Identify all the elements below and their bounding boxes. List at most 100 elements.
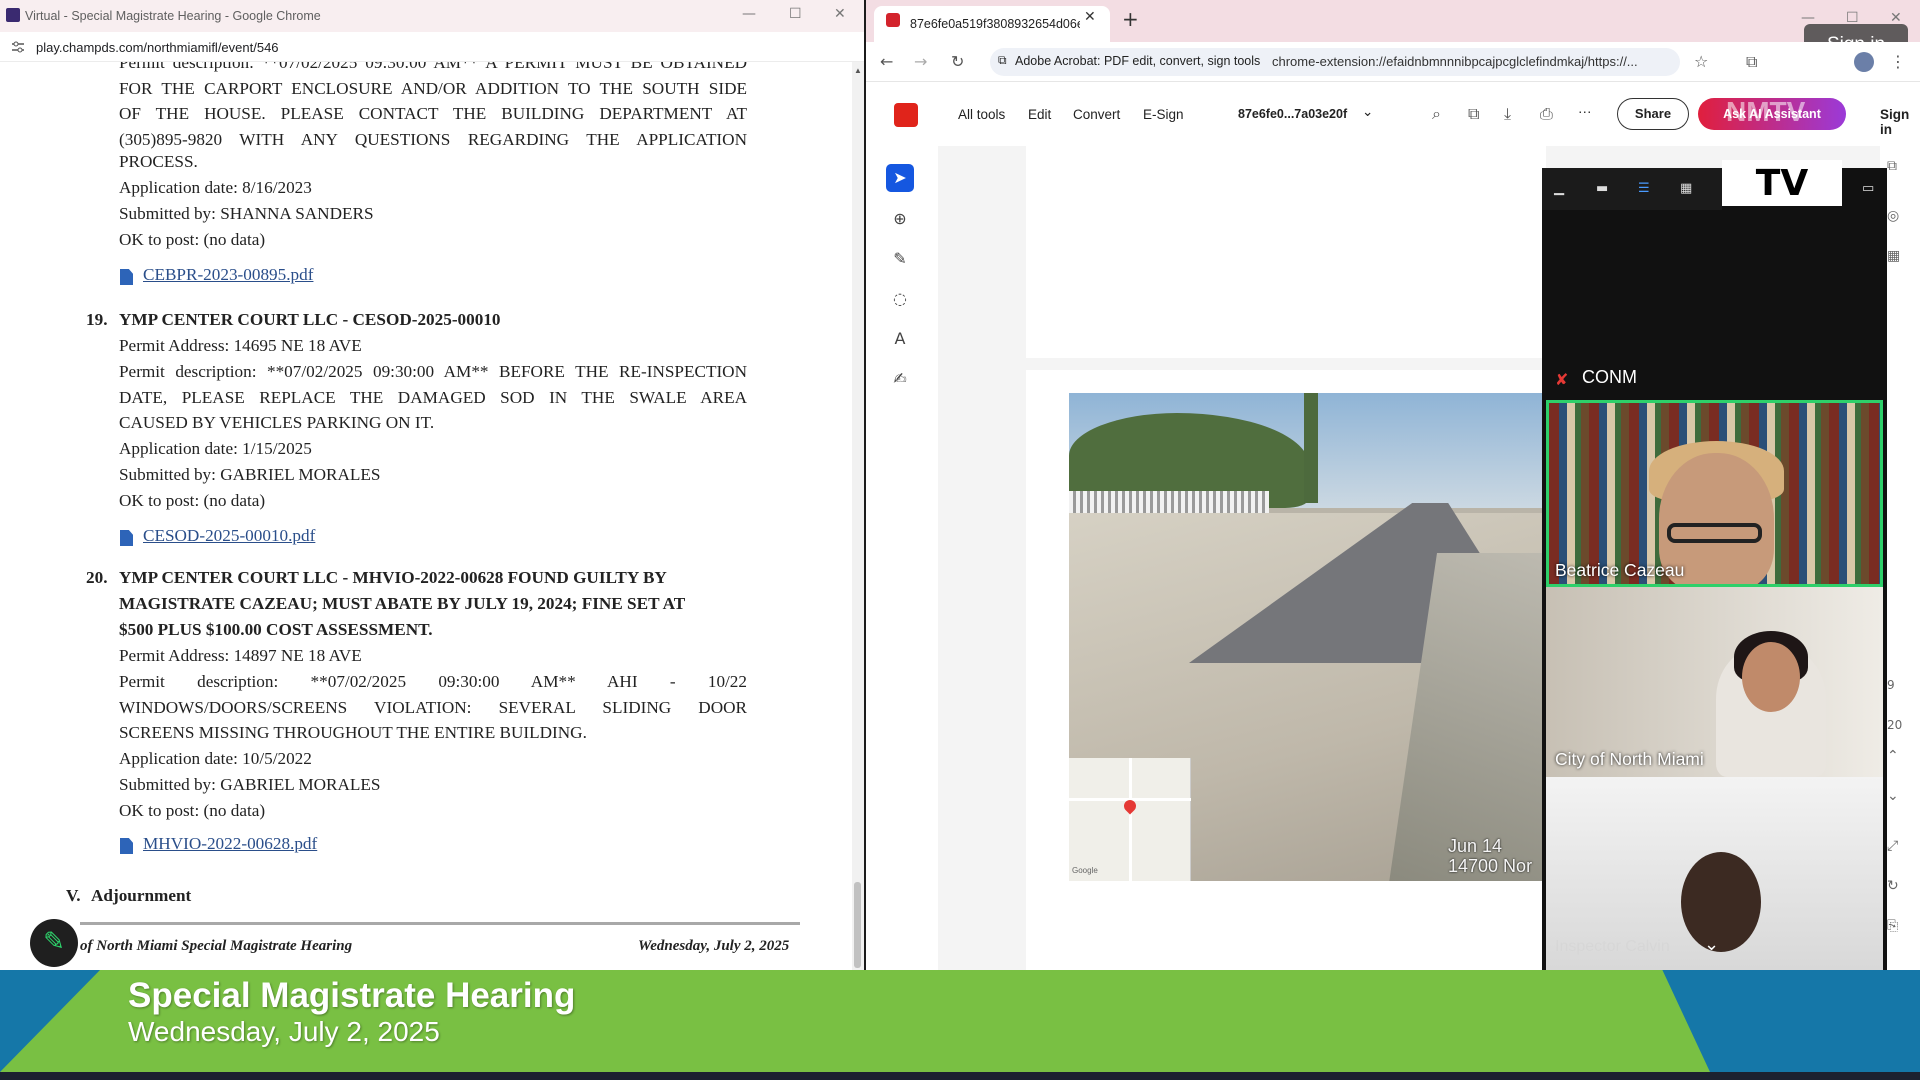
forward-icon[interactable]: → [914, 52, 927, 71]
gallery-view-icon[interactable]: ▦ [1680, 181, 1700, 197]
minimize-button[interactable]: — [742, 6, 756, 22]
desc-line: Permit description: **07/02/2025 09:30:0… [119, 362, 747, 381]
menu-kebab-icon[interactable]: ⋮ [1890, 52, 1906, 71]
participant-tile-active-speaker[interactable] [1546, 400, 1883, 587]
permit-description: Permit description: **07/02/2025 09:30:0… [119, 669, 747, 720]
rotate-icon[interactable]: ↻ [1887, 878, 1899, 894]
menu-all-tools[interactable]: All tools [958, 107, 1005, 122]
new-tab-icon[interactable]: + [1122, 7, 1139, 31]
extension-chip[interactable]: ⧉ Adobe Acrobat: PDF edit, convert, sign… [996, 51, 1261, 73]
map-road [1129, 758, 1132, 881]
highlight-pen-icon[interactable]: ✎ [886, 245, 914, 273]
maximize-button[interactable]: ☐ [789, 6, 802, 22]
tab-title: 87e6fe0a519f3808932654d06e [910, 17, 1080, 31]
banner-date: Wednesday, July 2, 2025 [128, 1016, 440, 1047]
expand-chevron-icon[interactable]: ⌄ [1704, 934, 1719, 955]
photo-address-stamp: 14700 Nor [1448, 856, 1533, 876]
page-down-chevron-icon[interactable]: ⌄ [1887, 788, 1899, 804]
photo-fence [1069, 491, 1269, 513]
scroll-up-arrow-icon[interactable]: ▲ [852, 66, 864, 75]
desc-line: (305)895-9820 WITH ANY QUESTIONS REGARDI… [119, 130, 747, 150]
item-heading: MAGISTRATE CAZEAU; MUST ABATE BY JULY 19… [119, 594, 686, 613]
reload-icon[interactable]: ↻ [951, 52, 964, 71]
item-heading: YMP CENTER COURT LLC - CESOD-2025-00010 [119, 310, 501, 329]
photo-date-stamp: Jun 14 [1448, 836, 1503, 856]
omnibox-url[interactable]: chrome-extension://efaidnbmnnnibpcajpcgl… [1272, 54, 1682, 69]
zoom-fit-icon[interactable]: ⤢ [1887, 838, 1898, 854]
ok-to-post: OK to post: (no data) [119, 230, 266, 249]
export-icon[interactable]: ⎘ [1887, 918, 1898, 934]
thumbnails-grid-icon[interactable]: ▦ [1887, 248, 1900, 264]
nmtv-ghost-logo: NMTV [1726, 96, 1806, 127]
annotate-pencil-icon[interactable]: ✎ [30, 919, 78, 967]
file-link[interactable]: MHVIO-2022-00628.pdf [143, 834, 317, 854]
application-date: Application date: 10/5/2022 [119, 749, 312, 768]
menu-edit[interactable]: Edit [1028, 107, 1051, 122]
participant-name: Beatrice Cazeau [1555, 560, 1685, 580]
select-cursor-icon[interactable]: ➤ [886, 164, 914, 192]
ok-to-post: OK to post: (no data) [119, 801, 266, 820]
tab-close-icon[interactable]: ✕ [1084, 9, 1096, 25]
participant-name: City of North Miami [1555, 749, 1704, 769]
participant-name: Inspector Calvin [1555, 938, 1670, 955]
left-scrollbar-thumb[interactable] [854, 882, 861, 968]
menu-esign[interactable]: E-Sign [1143, 107, 1184, 122]
more-options-icon[interactable]: ··· [1578, 104, 1592, 119]
add-comment-icon[interactable]: ⊕ [886, 205, 914, 233]
participant-glasses [1667, 523, 1762, 543]
close-button[interactable]: ✕ [834, 6, 846, 22]
desc-last-line: SCREENS MISSING THROUGHOUT THE ENTIRE BU… [119, 723, 587, 742]
search-icon[interactable]: ⌕ [1432, 104, 1441, 124]
item-number: 19. [86, 310, 108, 329]
sign-pen-icon[interactable]: ✍ [886, 365, 914, 393]
extensions-icon[interactable]: ⧉ [1746, 52, 1757, 72]
single-view-icon[interactable]: ▬ [1596, 181, 1616, 197]
tab-pdf[interactable]: 87e6fe0a519f3808932654d06e [874, 6, 1110, 42]
pdf-icon [886, 13, 900, 27]
partial-permit-description: Permit description: **07/02/2025 09:30:0… [119, 62, 747, 153]
section-title: Adjournment [91, 886, 192, 905]
page-view-icon[interactable]: ⧉ [1468, 104, 1479, 124]
file-name[interactable]: 87e6fe0...7a03e20f [1238, 107, 1347, 121]
file-link[interactable]: CEBPR-2023-00895.pdf [143, 265, 313, 285]
minimize-video-icon[interactable]: ▁ [1554, 181, 1574, 197]
page-up-chevron-icon[interactable]: ⌃ [1887, 748, 1899, 764]
site-settings-icon[interactable] [10, 40, 26, 54]
left-address-bar[interactable]: play.champds.com/northmiamifl/event/546 [0, 32, 864, 62]
desc-line: OF THE HOUSE. PLEASE CONTACT THE BUILDIN… [119, 104, 747, 124]
panel-menu-icon[interactable]: ▭ [1862, 181, 1882, 197]
section-number: V. [66, 886, 81, 905]
map-credit: Google [1072, 866, 1098, 875]
menu-convert[interactable]: Convert [1073, 107, 1120, 122]
back-icon[interactable]: ← [880, 52, 893, 71]
item-heading: $500 PLUS $100.00 COST ASSESSMENT. [119, 620, 433, 639]
left-window-titlebar: Virtual - Special Magistrate Hearing - G… [0, 0, 864, 32]
footer-right: Wednesday, July 2, 2025 [638, 938, 790, 954]
photo-palm [1304, 393, 1318, 503]
conm-label: CONM [1582, 367, 1637, 387]
profile-avatar[interactable] [1854, 52, 1874, 72]
desc-last-line: CAUSED BY VEHICLES PARKING ON IT. [119, 413, 435, 432]
page-current: 9 [1887, 678, 1895, 692]
extension-label: Adobe Acrobat: PDF edit, convert, sign t… [1015, 54, 1261, 68]
acrobat-sign-in-link[interactable]: Sign in [1880, 107, 1920, 137]
permit-address: Permit Address: 14695 NE 18 AVE [119, 336, 362, 355]
file-dropdown-chevron-icon[interactable]: ⌄ [1362, 104, 1373, 120]
download-icon[interactable]: ⤓ [1504, 104, 1511, 124]
pdf-file-icon [120, 530, 133, 546]
comments-icon[interactable]: ◎ [1887, 208, 1899, 224]
share-button[interactable]: Share [1617, 98, 1689, 130]
draw-lasso-icon[interactable]: ◌ [886, 285, 914, 313]
file-link[interactable]: CESOD-2025-00010.pdf [143, 526, 315, 546]
text-select-icon[interactable]: A [886, 325, 914, 353]
ai-sparkle-icon[interactable]: ⧉ [1887, 158, 1897, 174]
speaker-view-icon[interactable]: ☰ [1638, 181, 1658, 197]
application-date: Application date: 1/15/2025 [119, 439, 312, 458]
left-scrollbar[interactable] [852, 62, 864, 970]
left-url-text[interactable]: play.champds.com/northmiamifl/event/546 [36, 40, 279, 55]
pdf-file-icon [120, 838, 133, 854]
bookmark-star-icon[interactable]: ☆ [1694, 52, 1708, 71]
print-icon[interactable]: ⎙ [1540, 104, 1553, 124]
acrobat-logo-icon[interactable] [894, 103, 918, 127]
desc-last-line: PROCESS. [119, 152, 198, 171]
